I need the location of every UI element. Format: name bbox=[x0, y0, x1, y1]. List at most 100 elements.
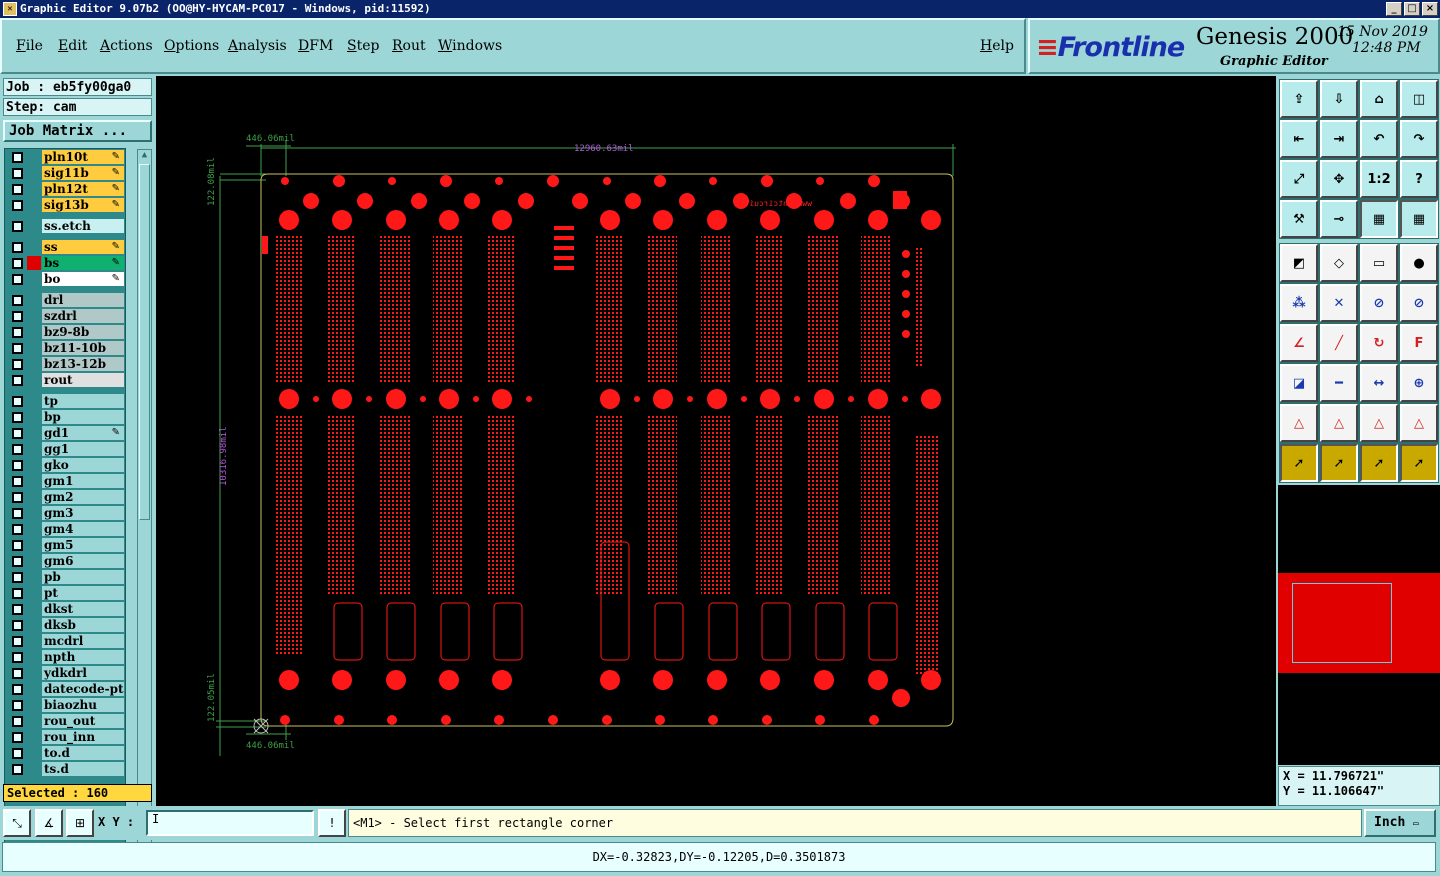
minimize-button[interactable]: _ bbox=[1386, 2, 1402, 16]
layer-checkbox[interactable] bbox=[12, 444, 23, 455]
layer-row-pb[interactable]: pb bbox=[5, 569, 125, 585]
undo-view-button[interactable]: ↶ bbox=[1360, 120, 1398, 158]
info-button[interactable]: ! bbox=[318, 809, 346, 837]
menu-actions[interactable]: Actions bbox=[100, 38, 153, 54]
frontline-f-button[interactable]: F bbox=[1400, 324, 1438, 362]
layer-row-gm1[interactable]: gm1 bbox=[5, 473, 125, 489]
layer-checkbox[interactable] bbox=[12, 168, 23, 179]
layer-row-biaozhu[interactable]: biaozhu bbox=[5, 697, 125, 713]
layer-row-ydkdrl[interactable]: ydkdrl bbox=[5, 665, 125, 681]
add-pad-button[interactable]: ◩ bbox=[1280, 244, 1318, 282]
layer-name[interactable]: dkst bbox=[42, 602, 124, 616]
menu-options[interactable]: Options bbox=[164, 38, 219, 54]
rotate-button[interactable]: ↻ bbox=[1360, 324, 1398, 362]
layer-checkbox[interactable] bbox=[12, 572, 23, 583]
unit-selector[interactable]: Inch ▭ bbox=[1364, 809, 1436, 837]
layer-name[interactable]: gg1 bbox=[42, 442, 124, 456]
layer-row-dksb[interactable]: dksb bbox=[5, 617, 125, 633]
snap-button[interactable]: ⊸ bbox=[1320, 200, 1358, 238]
layer-checkbox[interactable] bbox=[12, 652, 23, 663]
layer-list[interactable]: pln10t ✎ sig11b ✎ pln12t ✎ sig13b ✎ ss.etch ss ✎ bs… bbox=[4, 148, 126, 852]
layer-name[interactable]: npth bbox=[42, 650, 124, 664]
layer-checkbox[interactable] bbox=[12, 524, 23, 535]
layer-name[interactable]: sig13b ✎ bbox=[42, 198, 124, 212]
layer-checkbox[interactable] bbox=[12, 274, 23, 285]
layer-checkbox[interactable] bbox=[12, 184, 23, 195]
split-view-button[interactable]: ◫ bbox=[1400, 80, 1438, 118]
select-pad-button[interactable]: ◪ bbox=[1280, 364, 1318, 402]
layer-row-bz9-8b[interactable]: bz9-8b bbox=[5, 324, 125, 340]
shape-button[interactable]: ⊕ bbox=[1400, 364, 1438, 402]
layer-checkbox[interactable] bbox=[12, 684, 23, 695]
layer-checkbox[interactable] bbox=[12, 604, 23, 615]
layer-row-sig13b[interactable]: sig13b ✎ bbox=[5, 197, 125, 213]
layer-row-gm3[interactable]: gm3 bbox=[5, 505, 125, 521]
connect-nodes-button[interactable]: ⁂ bbox=[1280, 284, 1318, 322]
layer-name[interactable]: gd1 ✎ bbox=[42, 426, 124, 440]
angle-button[interactable]: ∠ bbox=[1280, 324, 1318, 362]
close-button[interactable]: × bbox=[1422, 2, 1438, 16]
layer-row-bs[interactable]: bs ✎ bbox=[5, 255, 125, 271]
layer-checkbox[interactable] bbox=[12, 460, 23, 471]
arc-a-button[interactable]: △ bbox=[1280, 404, 1318, 442]
layer-row-bz11-10b[interactable]: bz11-10b bbox=[5, 340, 125, 356]
layer-checkbox[interactable] bbox=[12, 343, 23, 354]
layer-row-gm6[interactable]: gm6 bbox=[5, 553, 125, 569]
layer-row-gm4[interactable]: gm4 bbox=[5, 521, 125, 537]
add-circle-button[interactable]: ● bbox=[1400, 244, 1438, 282]
layer-row-ss.etch[interactable]: ss.etch bbox=[5, 218, 125, 234]
add-node-button[interactable]: ⊘ bbox=[1360, 284, 1398, 322]
layer-checkbox[interactable] bbox=[12, 588, 23, 599]
layer-checkbox[interactable] bbox=[12, 668, 23, 679]
delete-node-button[interactable]: ✕ bbox=[1320, 284, 1358, 322]
layer-checkbox[interactable] bbox=[12, 375, 23, 386]
pan-left-button[interactable]: ⇤ bbox=[1280, 120, 1318, 158]
layer-checkbox[interactable] bbox=[12, 428, 23, 439]
layer-name[interactable]: rou_inn bbox=[42, 730, 124, 744]
layer-name[interactable]: dksb bbox=[42, 618, 124, 632]
layer-checkbox[interactable] bbox=[12, 540, 23, 551]
layer-name[interactable]: sig11b ✎ bbox=[42, 166, 124, 180]
slope-button[interactable]: ╱ bbox=[1320, 324, 1358, 362]
layer-name[interactable]: bz9-8b bbox=[42, 325, 124, 339]
layer-name[interactable]: tp bbox=[42, 394, 124, 408]
layer-row-rou_inn[interactable]: rou_inn bbox=[5, 729, 125, 745]
layer-row-dkst[interactable]: dkst bbox=[5, 601, 125, 617]
layer-row-rout[interactable]: rout bbox=[5, 372, 125, 388]
layer-checkbox[interactable] bbox=[12, 242, 23, 253]
layer-row-bo[interactable]: bo ✎ bbox=[5, 271, 125, 287]
home-up-button[interactable]: ⇪ bbox=[1280, 80, 1318, 118]
layer-row-ts.d[interactable]: ts.d bbox=[5, 761, 125, 777]
layer-on-button[interactable]: ▦ bbox=[1360, 200, 1398, 238]
layer-row-gg1[interactable]: gg1 bbox=[5, 441, 125, 457]
layer-name[interactable]: bp bbox=[42, 410, 124, 424]
measure-button[interactable]: ∡ bbox=[35, 809, 63, 837]
layer-name[interactable]: pb bbox=[42, 570, 124, 584]
layer-name[interactable]: gko bbox=[42, 458, 124, 472]
layer-checkbox[interactable] bbox=[12, 295, 23, 306]
menu-windows[interactable]: Windows bbox=[438, 38, 502, 54]
menu-file[interactable]: File bbox=[16, 38, 43, 54]
zoom-center-button[interactable]: ✥ bbox=[1320, 160, 1358, 198]
layer-name[interactable]: mcdrl bbox=[42, 634, 124, 648]
layer-checkbox[interactable] bbox=[12, 492, 23, 503]
layer-name[interactable]: rou_out bbox=[42, 714, 124, 728]
overview-viewport[interactable] bbox=[1292, 583, 1392, 663]
menu-edit[interactable]: Edit bbox=[58, 38, 87, 54]
layer-name[interactable]: gm4 bbox=[42, 522, 124, 536]
graphic-canvas[interactable]: 446.06mil 12960.63mil 446.06mil 10316.98… bbox=[156, 76, 1276, 806]
layer-checkbox[interactable] bbox=[12, 396, 23, 407]
layer-name[interactable]: gm3 bbox=[42, 506, 124, 520]
layer-row-pt[interactable]: pt bbox=[5, 585, 125, 601]
layer-row-szdrl[interactable]: szdrl bbox=[5, 308, 125, 324]
layer-name[interactable]: datecode-pt bbox=[42, 682, 124, 696]
layer-checkbox[interactable] bbox=[12, 476, 23, 487]
layer-row-gko[interactable]: gko bbox=[5, 457, 125, 473]
overview-panel[interactable] bbox=[1278, 485, 1440, 765]
layer-row-pln10t[interactable]: pln10t ✎ bbox=[5, 149, 125, 165]
layer-name[interactable]: gm5 bbox=[42, 538, 124, 552]
dimension-button[interactable]: ↔ bbox=[1360, 364, 1398, 402]
zoom-1to2-button[interactable]: 1:2 bbox=[1360, 160, 1398, 198]
layer-name[interactable]: bs ✎ bbox=[42, 256, 124, 270]
xy-input[interactable]: I bbox=[146, 810, 314, 836]
